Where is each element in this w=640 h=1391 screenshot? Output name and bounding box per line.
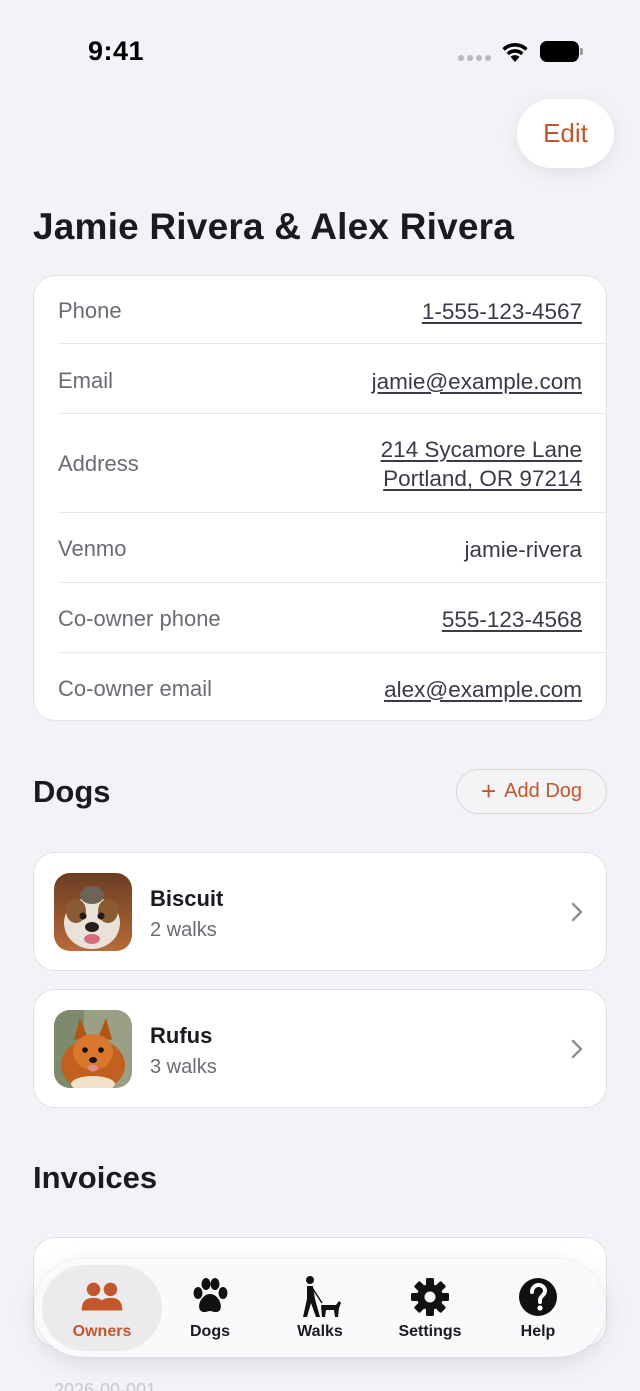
dog-photo-biscuit [54,873,132,951]
coowner-email-label: Co-owner email [58,676,213,701]
tab-label: Owners [72,1323,132,1340]
address-line-2: Portland, OR 97214 [383,466,582,491]
dog-name: Rufus [150,1023,213,1048]
row-divider [58,652,606,653]
email-label: Email [58,368,114,393]
dog-walk-count: 3 walks [150,1056,217,1078]
contact-row-address: Address 214 Sycamore Lane Portland, OR 9… [58,429,582,499]
dog-name: Biscuit [150,886,224,911]
status-time: 9:41 [88,36,145,66]
tab-settings[interactable]: Settings [380,1265,480,1351]
venmo-label: Venmo [58,536,127,561]
paw-icon [188,1275,232,1319]
page-title: Jamie Rivera & Alex Rivera [33,206,514,247]
invoices-section-title: Invoices [33,1160,158,1195]
status-bar: 9:41 [0,0,640,100]
tab-help[interactable]: Help [488,1265,588,1351]
tab-label: Dogs [190,1323,230,1340]
venmo-value: jamie-rivera [464,536,582,562]
row-divider [58,582,606,583]
chevron-right-icon [571,1039,583,1059]
coowner-email-link[interactable]: alex@example.com [384,675,582,704]
plus-icon: + [480,775,497,806]
contact-row-coowner-phone: Co-owner phone 555-123-4568 [58,598,582,640]
address-label: Address [58,451,139,476]
dog-card-biscuit[interactable]: Biscuit 2 walks [33,852,607,971]
add-dog-button[interactable]: + Add Dog [456,769,607,814]
tab-label: Walks [297,1323,343,1340]
wifi-icon [502,42,528,62]
tab-walks[interactable]: Walks [270,1265,370,1351]
row-divider [58,512,606,513]
address-link[interactable]: 214 Sycamore Lane Portland, OR 97214 [381,435,582,493]
contact-row-phone: Phone 1-555-123-4567 [58,290,582,332]
gear-icon [408,1275,452,1319]
tab-dogs[interactable]: Dogs [160,1265,260,1351]
cellular-signal-icon [458,55,492,61]
contact-row-venmo: Venmo jamie-rivera [58,528,582,570]
question-circle-icon [516,1275,560,1319]
tab-label: Settings [398,1323,462,1340]
contact-info-card: Phone 1-555-123-4567 Email jamie@example… [33,275,607,721]
phone-link[interactable]: 1-555-123-4567 [422,297,582,326]
dogs-section-title: Dogs [33,774,111,809]
phone-label: Phone [58,298,122,323]
battery-icon [540,41,584,62]
dog-photo-rufus [54,1010,132,1088]
chevron-right-icon [571,902,583,922]
contact-row-coowner-email: Co-owner email alex@example.com [58,668,582,710]
dog-card-rufus[interactable]: Rufus 3 walks [33,989,607,1108]
coowner-phone-label: Co-owner phone [58,606,221,631]
dog-walk-count: 2 walks [150,919,217,941]
tab-owners[interactable]: Owners [42,1265,162,1351]
email-link[interactable]: jamie@example.com [372,367,582,396]
add-dog-label: Add Dog [504,780,583,802]
row-divider [58,343,606,344]
row-divider [58,413,606,414]
edit-button[interactable]: Edit [517,99,614,168]
contact-row-email: Email jamie@example.com [58,360,582,402]
dog-walker-icon [298,1275,342,1319]
invoice-number-partial: 2026-00-001 [54,1380,157,1391]
tab-label: Help [520,1323,556,1340]
tab-bar: Owners Dogs Walks Settings Help [34,1259,606,1357]
coowner-phone-link[interactable]: 555-123-4568 [442,605,582,634]
address-line-1: 214 Sycamore Lane [380,437,582,462]
people-icon [80,1275,124,1319]
